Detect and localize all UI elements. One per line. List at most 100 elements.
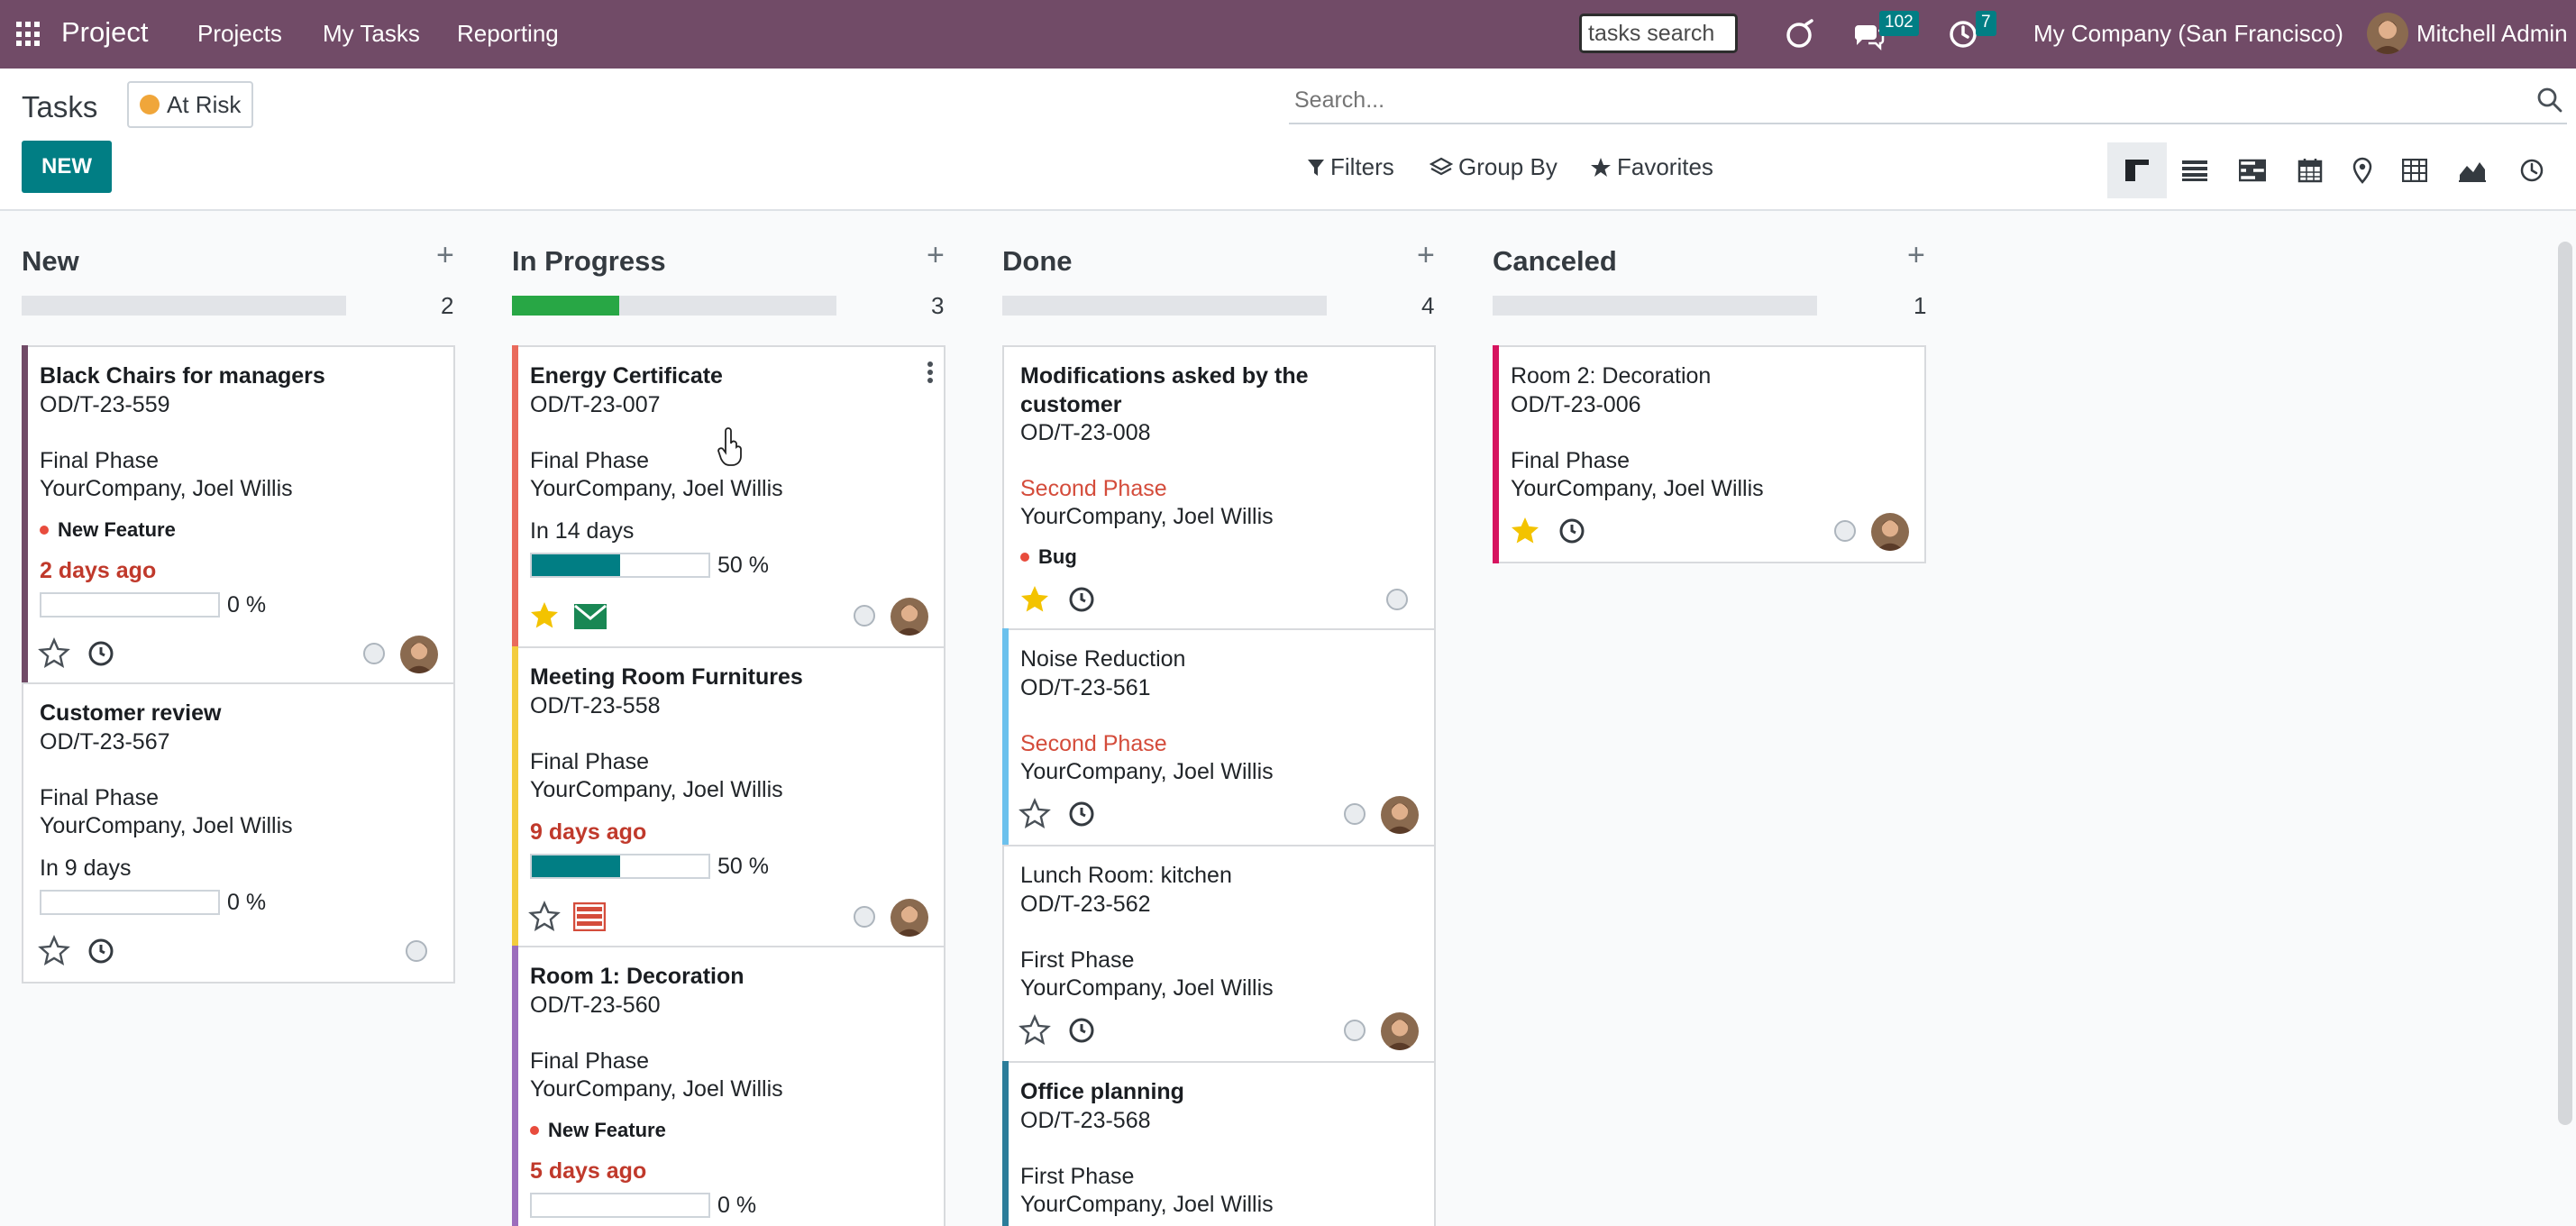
nav-reporting[interactable]: Reporting <box>457 20 559 48</box>
company-switcher[interactable]: My Company (San Francisco) <box>2033 20 2343 48</box>
activity-clock-icon[interactable] <box>1557 517 1586 545</box>
gantt-view-button[interactable] <box>2223 142 2282 198</box>
column-quick-create-button[interactable]: + <box>1417 238 1435 273</box>
pivot-view-button[interactable] <box>2385 142 2444 198</box>
column-title[interactable]: Done <box>1002 245 1073 278</box>
star-outline-icon[interactable] <box>1019 798 1051 830</box>
star-outline-icon[interactable] <box>38 935 70 967</box>
column-quick-create-button[interactable]: + <box>436 238 454 273</box>
calendar-view-icon <box>2297 159 2323 183</box>
assignee-avatar[interactable] <box>1381 796 1419 834</box>
task-title: Noise Reduction <box>1020 646 1186 672</box>
task-stage: Final Phase <box>530 1048 650 1074</box>
search-bar <box>1289 78 2567 124</box>
star-filled-icon[interactable] <box>528 599 561 632</box>
search-icon[interactable] <box>2536 87 2563 114</box>
app-brand[interactable]: Project <box>61 16 148 49</box>
star-outline-icon[interactable] <box>528 901 561 933</box>
at-risk-filter-chip[interactable]: At Risk <box>127 81 254 128</box>
task-deadline: In 9 days <box>40 855 132 881</box>
assignee-avatar[interactable] <box>400 636 438 673</box>
favorites-button[interactable]: Favorites <box>1590 153 1713 181</box>
column-title[interactable]: New <box>22 245 79 278</box>
task-deadline: 9 days ago <box>530 819 647 845</box>
kanban-state-dot[interactable] <box>854 605 875 627</box>
kanban-state-dot[interactable] <box>1386 589 1408 610</box>
star-outline-icon[interactable] <box>1019 1014 1051 1047</box>
assignee-avatar[interactable] <box>891 899 928 937</box>
at-risk-status-dot <box>140 95 160 114</box>
star-filled-icon[interactable] <box>1019 583 1051 616</box>
column-quick-create-button[interactable]: + <box>1907 238 1925 273</box>
kanban-state-dot[interactable] <box>1344 803 1366 825</box>
column-quick-create-button[interactable]: + <box>927 238 945 273</box>
column-progress-bar[interactable] <box>1002 296 1327 316</box>
task-card[interactable]: Room 2: Decoration OD/T-23-006 Final Pha… <box>1493 345 1926 563</box>
task-card[interactable]: Customer review OD/T-23-567 Final Phase … <box>22 682 455 984</box>
nav-projects[interactable]: Projects <box>197 20 282 48</box>
clock-icon[interactable] <box>1947 18 1979 50</box>
task-card[interactable]: Energy Certificate OD/T-23-007 Final Pha… <box>512 345 945 648</box>
envelope-icon[interactable] <box>573 603 607 630</box>
activity-clock-icon[interactable] <box>87 937 115 965</box>
column-progress-bar[interactable] <box>22 296 346 316</box>
task-stage: Second Phase <box>1020 476 1167 501</box>
graph-view-button[interactable] <box>2443 142 2502 198</box>
kanban-state-dot[interactable] <box>854 906 875 928</box>
tasks-search-input[interactable]: tasks search <box>1579 14 1738 53</box>
tag-color-dot <box>40 526 49 535</box>
task-card[interactable]: Meeting Room Furnitures OD/T-23-558 Fina… <box>512 646 945 947</box>
kanban-board: New + 2 Black Chairs for managers OD/T-2… <box>0 213 2576 1226</box>
list-view-button[interactable] <box>2165 142 2224 198</box>
activity-clock-icon[interactable] <box>87 639 115 668</box>
filters-button[interactable]: Filters <box>1307 153 1394 181</box>
assignee-avatar[interactable] <box>1871 513 1909 551</box>
user-avatar[interactable] <box>2367 13 2408 54</box>
kanban-state-dot[interactable] <box>363 643 385 664</box>
task-ref: OD/T-23-559 <box>40 392 170 417</box>
task-ref: OD/T-23-008 <box>1020 420 1151 445</box>
kanban-scrollbar[interactable] <box>2558 242 2572 1125</box>
column-title[interactable]: Canceled <box>1493 245 1617 278</box>
task-card[interactable]: Black Chairs for managers OD/T-23-559 Fi… <box>22 345 455 684</box>
column-title[interactable]: In Progress <box>512 245 666 278</box>
star-filled-icon[interactable] <box>1509 515 1541 547</box>
star-outline-icon[interactable] <box>38 637 70 670</box>
apps-grid-icon[interactable] <box>16 22 41 47</box>
task-stage: Final Phase <box>530 448 650 473</box>
column-progress-bar[interactable] <box>1493 296 1817 316</box>
map-view-button[interactable] <box>2333 142 2392 198</box>
activity-view-button[interactable] <box>2502 142 2562 198</box>
activity-clock-icon[interactable] <box>1067 585 1096 614</box>
task-title-line-2: customer <box>1020 392 1122 417</box>
area-chart-icon <box>2459 162 2486 182</box>
task-ref: OD/T-23-568 <box>1020 1108 1151 1133</box>
kanban-state-dot[interactable] <box>406 940 427 962</box>
task-card[interactable]: Room 1: Decoration OD/T-23-560 Final Pha… <box>512 946 945 1226</box>
card-menu-dots-icon[interactable] <box>927 361 935 386</box>
group-by-button[interactable]: Group By <box>1430 153 1557 181</box>
task-card[interactable]: Modifications asked by the customer OD/T… <box>1002 345 1436 630</box>
task-card[interactable]: Office planning OD/T-23-568 First Phase … <box>1002 1061 1436 1226</box>
search-input[interactable] <box>1289 87 2536 114</box>
kanban-view-button[interactable] <box>2107 142 2167 198</box>
at-risk-label: At Risk <box>167 90 242 118</box>
kanban-state-dot[interactable] <box>1344 1020 1366 1041</box>
task-card[interactable]: Lunch Room: kitchen OD/T-23-562 First Ph… <box>1002 845 1436 1063</box>
gantt-activity-icon[interactable] <box>573 902 606 931</box>
activity-clock-icon[interactable] <box>1067 1016 1096 1045</box>
task-title: Lunch Room: kitchen <box>1020 863 1232 888</box>
activity-clock-icon[interactable] <box>1067 800 1096 828</box>
discuss-swirl-icon[interactable] <box>1781 16 1817 52</box>
nav-my-tasks[interactable]: My Tasks <box>323 20 420 48</box>
calendar-view-button[interactable] <box>2280 142 2340 198</box>
column-progress-bar[interactable] <box>512 296 836 316</box>
assignee-avatar[interactable] <box>891 598 928 636</box>
star-icon <box>1591 157 1611 177</box>
page-title[interactable]: Tasks <box>22 90 97 124</box>
task-card[interactable]: Noise Reduction OD/T-23-561 Second Phase… <box>1002 628 1436 846</box>
kanban-state-dot[interactable] <box>1834 520 1856 542</box>
new-button[interactable]: NEW <box>22 141 112 193</box>
user-menu[interactable]: Mitchell Admin <box>2416 20 2568 48</box>
assignee-avatar[interactable] <box>1381 1012 1419 1050</box>
